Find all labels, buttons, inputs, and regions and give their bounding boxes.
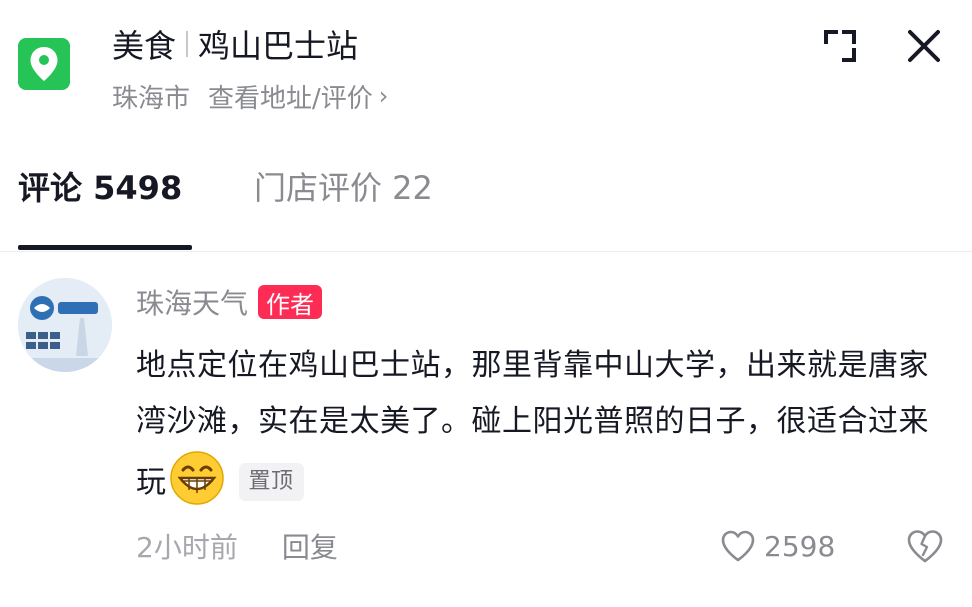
view-address-link[interactable]: 查看地址/评价 bbox=[208, 78, 373, 115]
close-icon bbox=[908, 30, 940, 62]
like-button[interactable]: 2598 bbox=[720, 526, 835, 566]
expand-button[interactable] bbox=[820, 26, 860, 66]
city-label: 珠海市 bbox=[112, 83, 191, 114]
broken-heart-icon bbox=[907, 530, 943, 563]
author-badge: 作者 bbox=[258, 285, 323, 319]
chevron-right-icon: › bbox=[378, 82, 389, 110]
tab-store-reviews[interactable]: 门店评价 22 bbox=[254, 162, 433, 210]
tab-comments[interactable]: 评论 5498 bbox=[18, 162, 182, 210]
reply-button[interactable]: 回复 bbox=[282, 526, 338, 566]
heart-icon bbox=[721, 530, 755, 562]
avatar[interactable] bbox=[18, 278, 112, 372]
place-title: 美食 鸡山巴士站 bbox=[112, 22, 358, 66]
title-divider bbox=[186, 31, 189, 57]
comment-body[interactable]: 地点定位在鸡山巴士站，那里背靠中山大学，出来就是唐家湾沙滩，实在是太美了。碰上阳… bbox=[136, 338, 936, 511]
dislike-button[interactable] bbox=[906, 528, 944, 566]
pinned-badge: 置顶 bbox=[238, 463, 304, 501]
comment-time: 2小时前 bbox=[136, 531, 238, 564]
author-name[interactable]: 珠海天气 bbox=[136, 282, 248, 322]
place-name: 鸡山巴士站 bbox=[198, 27, 359, 65]
close-button[interactable] bbox=[902, 24, 946, 68]
comment-meta-row: 2小时前 回复 bbox=[136, 526, 338, 566]
like-count: 2598 bbox=[764, 529, 836, 563]
comment-author-row: 珠海天气 作者 bbox=[136, 282, 323, 322]
location-pin-icon bbox=[18, 38, 70, 90]
active-tab-indicator bbox=[18, 245, 192, 250]
category-label: 美食 bbox=[112, 27, 177, 65]
tab-divider bbox=[0, 251, 972, 252]
expand-icon bbox=[824, 30, 856, 62]
grinning-face-emoji-icon bbox=[169, 450, 225, 506]
address-row[interactable]: 珠海市 查看地址/评价 › bbox=[112, 76, 388, 116]
